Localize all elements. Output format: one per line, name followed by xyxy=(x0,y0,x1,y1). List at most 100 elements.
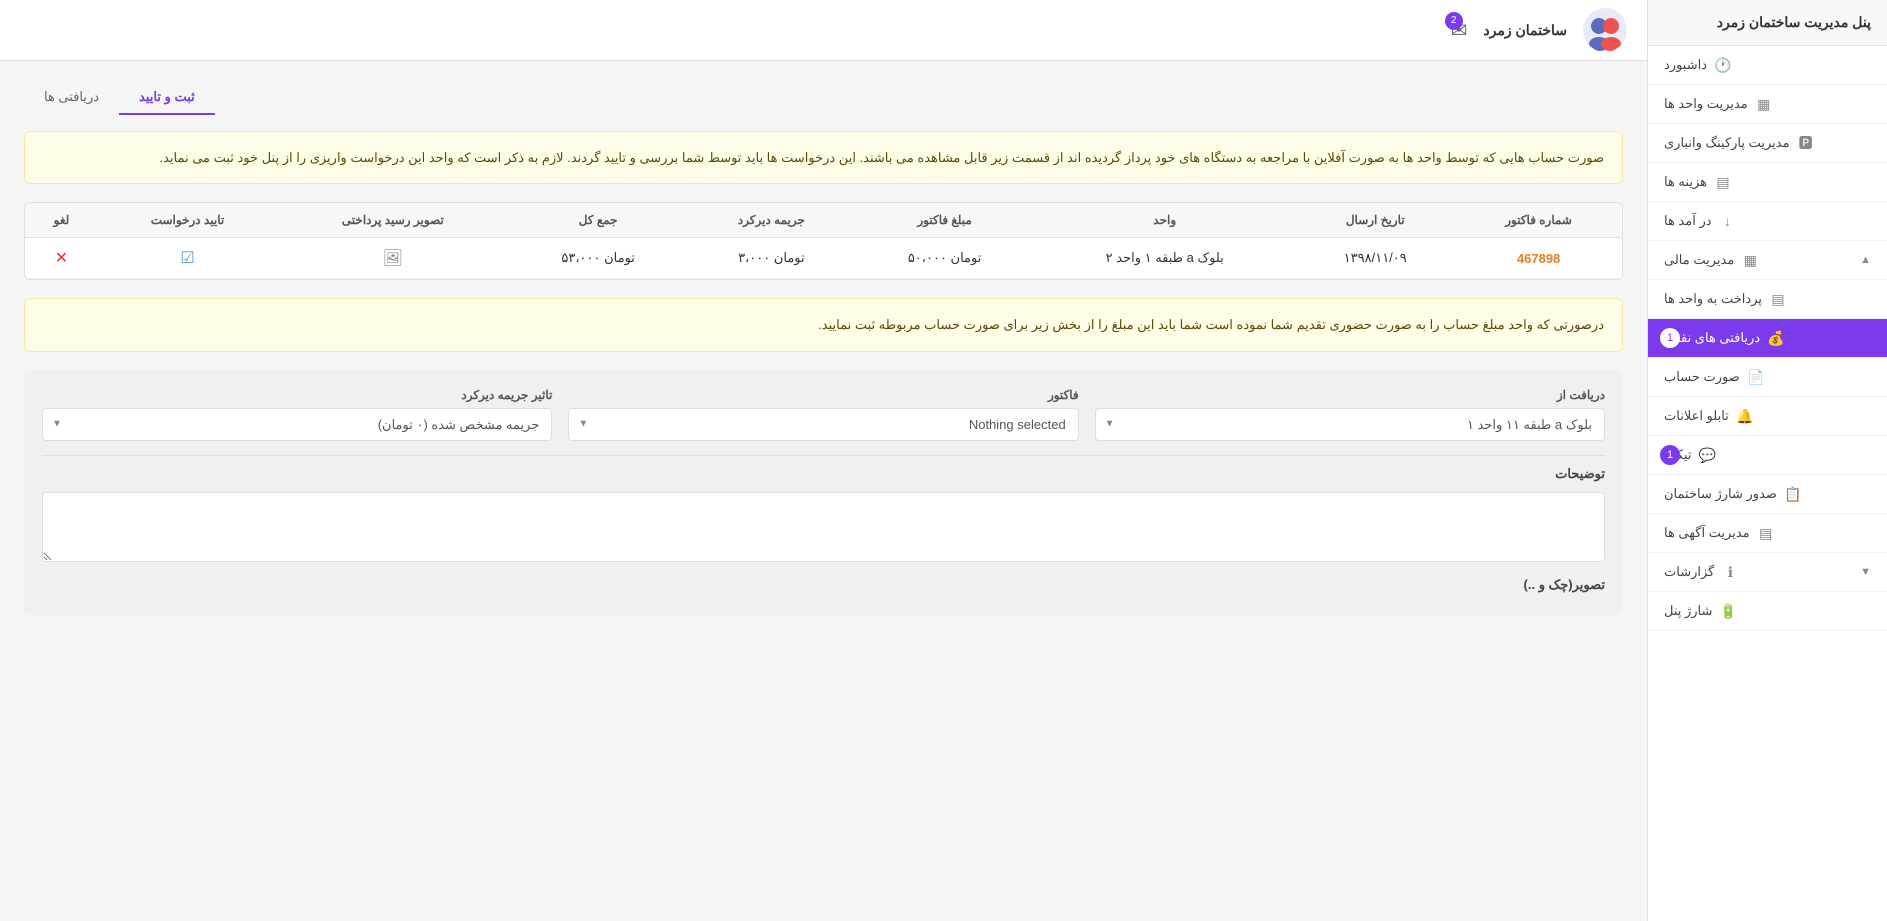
invoices-table: شماره فاکتور تاریخ ارسال واحد مبلغ فاکتو… xyxy=(25,203,1622,279)
image-label: تصویر(چک و ..) xyxy=(42,577,1605,593)
sidebar-item-label: داشبورد xyxy=(1664,57,1707,73)
cell-invoice-number: 467898 xyxy=(1455,238,1622,279)
financial-icon: ▦ xyxy=(1742,252,1758,268)
parking-icon: 🅿 xyxy=(1798,135,1814,151)
dashboard-icon: 🕐 xyxy=(1715,57,1731,73)
description-textarea[interactable] xyxy=(42,492,1605,562)
cell-confirm[interactable]: ☑ xyxy=(98,238,277,279)
col-header-receipt: تصویر رسید پرداختی xyxy=(277,203,509,238)
col-header-total: جمع کل xyxy=(509,203,688,238)
col-header-invoice-amount: مبلغ فاکتور xyxy=(855,203,1034,238)
form-col-invoice: فاکتور Nothing selected xyxy=(568,388,1078,441)
table-row: 467898 ۱۳۹۸/۱۱/۰۹ بلوک a طبقه ۱ واحد ۲ ت… xyxy=(25,238,1622,279)
sidebar-item-label: گزارشات xyxy=(1664,564,1714,580)
sidebar-item-charge-issue[interactable]: 📋 صدور شارژ ساختمان xyxy=(1648,475,1887,514)
col-header-late-fee: جریمه دیرکرد xyxy=(688,203,855,238)
invoice-icon: 📄 xyxy=(1748,369,1764,385)
sidebar-item-ads[interactable]: ▤ مدیریت آگهی ها xyxy=(1648,514,1887,553)
cell-unit: بلوک a طبقه ۱ واحد ۲ xyxy=(1034,238,1295,279)
receipt-image-icon[interactable]: 🖼 xyxy=(383,250,403,267)
tab-received[interactable]: دریافتی ها xyxy=(24,81,119,115)
late-fee-label: تاثیر جریمه دیرکرد xyxy=(42,388,552,402)
main-area: ساختمان زمرد ✉ 2 ثبت و تایید دریافتی ها … xyxy=(0,0,1647,921)
receive-from-label: دریافت از xyxy=(1095,388,1605,402)
sidebar-item-label: مدیریت آگهی ها xyxy=(1664,525,1750,541)
sidebar-title: پنل مدیریت ساختمان زمرد xyxy=(1648,0,1887,46)
sidebar-item-label: مدیریت واحد ها xyxy=(1664,96,1748,112)
sidebar-item-cash-receive[interactable]: 1 💰 دریافتی های نقدی xyxy=(1648,319,1887,358)
cell-invoice-amount: تومان ۵۰،۰۰۰ xyxy=(855,238,1034,279)
expenses-icon: ▤ xyxy=(1715,174,1731,190)
bulletin-icon: 🔔 xyxy=(1737,408,1753,424)
charge-panel-icon: 🔋 xyxy=(1720,603,1736,619)
units-icon: ▦ xyxy=(1756,96,1772,112)
sidebar-item-charge-panel[interactable]: 🔋 شارژ پنل xyxy=(1648,592,1887,631)
avatar xyxy=(1583,8,1627,52)
sidebar-item-label: صورت حساب xyxy=(1664,369,1740,385)
sidebar-item-label: هزینه ها xyxy=(1664,174,1707,190)
col-header-confirm: تایید درخواست xyxy=(98,203,277,238)
confirm-check-icon[interactable]: ☑ xyxy=(180,250,194,267)
cell-send-date: ۱۳۹۸/۱۱/۰۹ xyxy=(1295,238,1455,279)
income-icon: ↓ xyxy=(1720,213,1736,229)
sidebar-item-bulletin[interactable]: 🔔 تابلو اعلانات xyxy=(1648,397,1887,436)
sidebar: پنل مدیریت ساختمان زمرد 🕐 داشبورد ▦ مدیر… xyxy=(1647,0,1887,921)
tabs: ثبت و تایید دریافتی ها xyxy=(24,81,1623,115)
cash-receive-icon: 💰 xyxy=(1768,330,1784,346)
header-title: ساختمان زمرد xyxy=(1483,22,1567,39)
charge-issue-icon: 📋 xyxy=(1785,486,1801,502)
cell-receipt[interactable]: 🖼 xyxy=(277,238,509,279)
sidebar-item-label: مدیریت مالی xyxy=(1664,252,1734,268)
sidebar-item-dashboard[interactable]: 🕐 داشبورد xyxy=(1648,46,1887,85)
sidebar-item-label: تابلو اعلانات xyxy=(1664,408,1729,424)
sidebar-item-label: شارژ پنل xyxy=(1664,603,1712,619)
col-header-unit: واحد xyxy=(1034,203,1295,238)
sidebar-item-financial[interactable]: ▲ ▦ مدیریت مالی xyxy=(1648,241,1887,280)
col-header-send-date: تاریخ ارسال xyxy=(1295,203,1455,238)
sidebar-item-parking[interactable]: 🅿 مدیریت پارکینگ وانباری xyxy=(1648,124,1887,163)
cell-cancel[interactable]: ✕ xyxy=(25,238,98,279)
sidebar-item-units[interactable]: ▦ مدیریت واحد ها xyxy=(1648,85,1887,124)
sidebar-item-invoice[interactable]: 📄 صورت حساب xyxy=(1648,358,1887,397)
tab-register[interactable]: ثبت و تایید xyxy=(119,81,215,115)
sidebar-item-reports[interactable]: ▼ ℹ گزارشات xyxy=(1648,553,1887,592)
sidebar-item-income[interactable]: ↓ در آمد ها xyxy=(1648,202,1887,241)
pay-units-icon: ▤ xyxy=(1770,291,1786,307)
col-header-cancel: لغو xyxy=(25,203,98,238)
cancel-x-icon[interactable]: ✕ xyxy=(55,250,68,267)
form-image-section: تصویر(چک و ..) xyxy=(42,577,1605,593)
cash-receive-badge: 1 xyxy=(1660,328,1680,348)
reports-icon: ℹ xyxy=(1722,564,1738,580)
sidebar-item-label: پرداخت به واحد ها xyxy=(1664,291,1762,307)
invoices-table-wrap: شماره فاکتور تاریخ ارسال واحد مبلغ فاکتو… xyxy=(24,202,1623,280)
ads-icon: ▤ xyxy=(1758,525,1774,541)
late-fee-select[interactable]: جریمه مشخص شده (۰ تومان) xyxy=(42,408,552,441)
header: ساختمان زمرد ✉ 2 xyxy=(0,0,1647,61)
invoice-label: فاکتور xyxy=(568,388,1078,402)
form-divider xyxy=(42,455,1605,456)
invoice-select[interactable]: Nothing selected xyxy=(568,408,1078,441)
form-col-late-fee: تاثیر جریمه دیرکرد جریمه مشخص شده (۰ توم… xyxy=(42,388,552,441)
content-area: ثبت و تایید دریافتی ها صورت حساب هایی که… xyxy=(0,61,1647,921)
description-label: توضیحات xyxy=(42,466,1605,482)
receive-from-select[interactable]: بلوک a طبقه ۱۱ واحد ۱ xyxy=(1095,408,1605,441)
sidebar-item-label: در آمد ها xyxy=(1664,213,1712,229)
ticket-icon: 💬 xyxy=(1700,447,1716,463)
col-header-invoice-number: شماره فاکتور xyxy=(1455,203,1622,238)
sidebar-item-expenses[interactable]: ▤ هزینه ها xyxy=(1648,163,1887,202)
sidebar-item-label: مدیریت پارکینگ وانباری xyxy=(1664,135,1790,151)
form-row-top: دریافت از بلوک a طبقه ۱۱ واحد ۱ فاکتور N… xyxy=(42,388,1605,441)
sidebar-item-pay-units[interactable]: ▤ پرداخت به واحد ها xyxy=(1648,280,1887,319)
notification-button[interactable]: ✉ 2 xyxy=(1451,18,1468,43)
cell-late-fee: تومان ۳،۰۰۰ xyxy=(688,238,855,279)
alert-info-1: صورت حساب هایی که توسط واحد ها به صورت آ… xyxy=(24,131,1623,184)
cell-total: تومان ۵۳،۰۰۰ xyxy=(509,238,688,279)
sidebar-item-label: صدور شارژ ساختمان xyxy=(1664,486,1777,502)
cash-receive-form: دریافت از بلوک a طبقه ۱۱ واحد ۱ فاکتور N… xyxy=(24,370,1623,615)
sidebar-item-ticket[interactable]: 1 💬 تیکت xyxy=(1648,436,1887,475)
ticket-badge: 1 xyxy=(1660,445,1680,465)
notification-badge: 2 xyxy=(1445,12,1463,30)
alert-info-2: درصورتی که واحد مبلغ حساب را به صورت حضو… xyxy=(24,298,1623,351)
form-col-receive-from: دریافت از بلوک a طبقه ۱۱ واحد ۱ xyxy=(1095,388,1605,441)
form-description-section: توضیحات xyxy=(42,466,1605,565)
